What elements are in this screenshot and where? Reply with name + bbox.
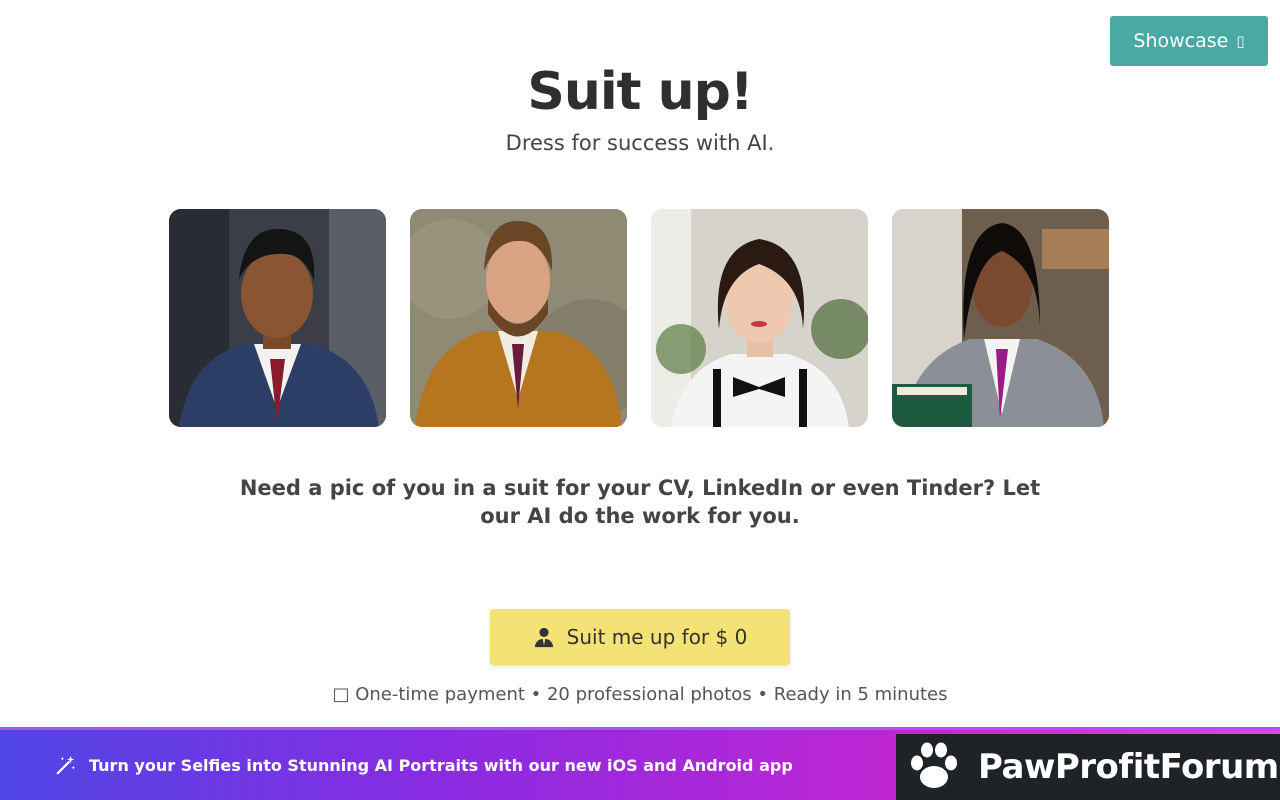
paw-icon — [911, 742, 957, 788]
app-promo-text: Turn your Selfies into Stunning AI Portr… — [89, 755, 793, 775]
suit-me-up-button[interactable]: Suit me up for $ 0 — [490, 609, 790, 665]
external-link-icon: ▯ — [1236, 32, 1245, 50]
purchase-details: □ One-time payment • 20 professional pho… — [332, 684, 948, 705]
showcase-button[interactable]: Showcase ▯ — [1110, 16, 1268, 66]
showcase-label: Showcase — [1133, 30, 1229, 52]
portrait-photo-4 — [892, 209, 1109, 427]
brand-watermark: PawProfitForum — [896, 734, 1280, 800]
portrait-photo-1 — [169, 209, 386, 427]
page-title: Suit up! — [527, 62, 753, 122]
portrait-photo-3 — [651, 209, 868, 427]
person-suit-icon — [534, 627, 553, 648]
pitch-text: Need a pic of you in a suit for your CV,… — [239, 476, 1041, 528]
page-subtitle: Dress for success with AI. — [505, 131, 775, 155]
brand-name: PawProfitForum — [978, 747, 1279, 787]
portrait-gallery — [169, 209, 1109, 427]
magic-wand-icon — [56, 755, 76, 775]
portrait-photo-2 — [410, 209, 627, 427]
app-promo-link[interactable]: Turn your Selfies into Stunning AI Portr… — [55, 754, 793, 776]
cta-label: Suit me up for $ 0 — [566, 625, 748, 649]
